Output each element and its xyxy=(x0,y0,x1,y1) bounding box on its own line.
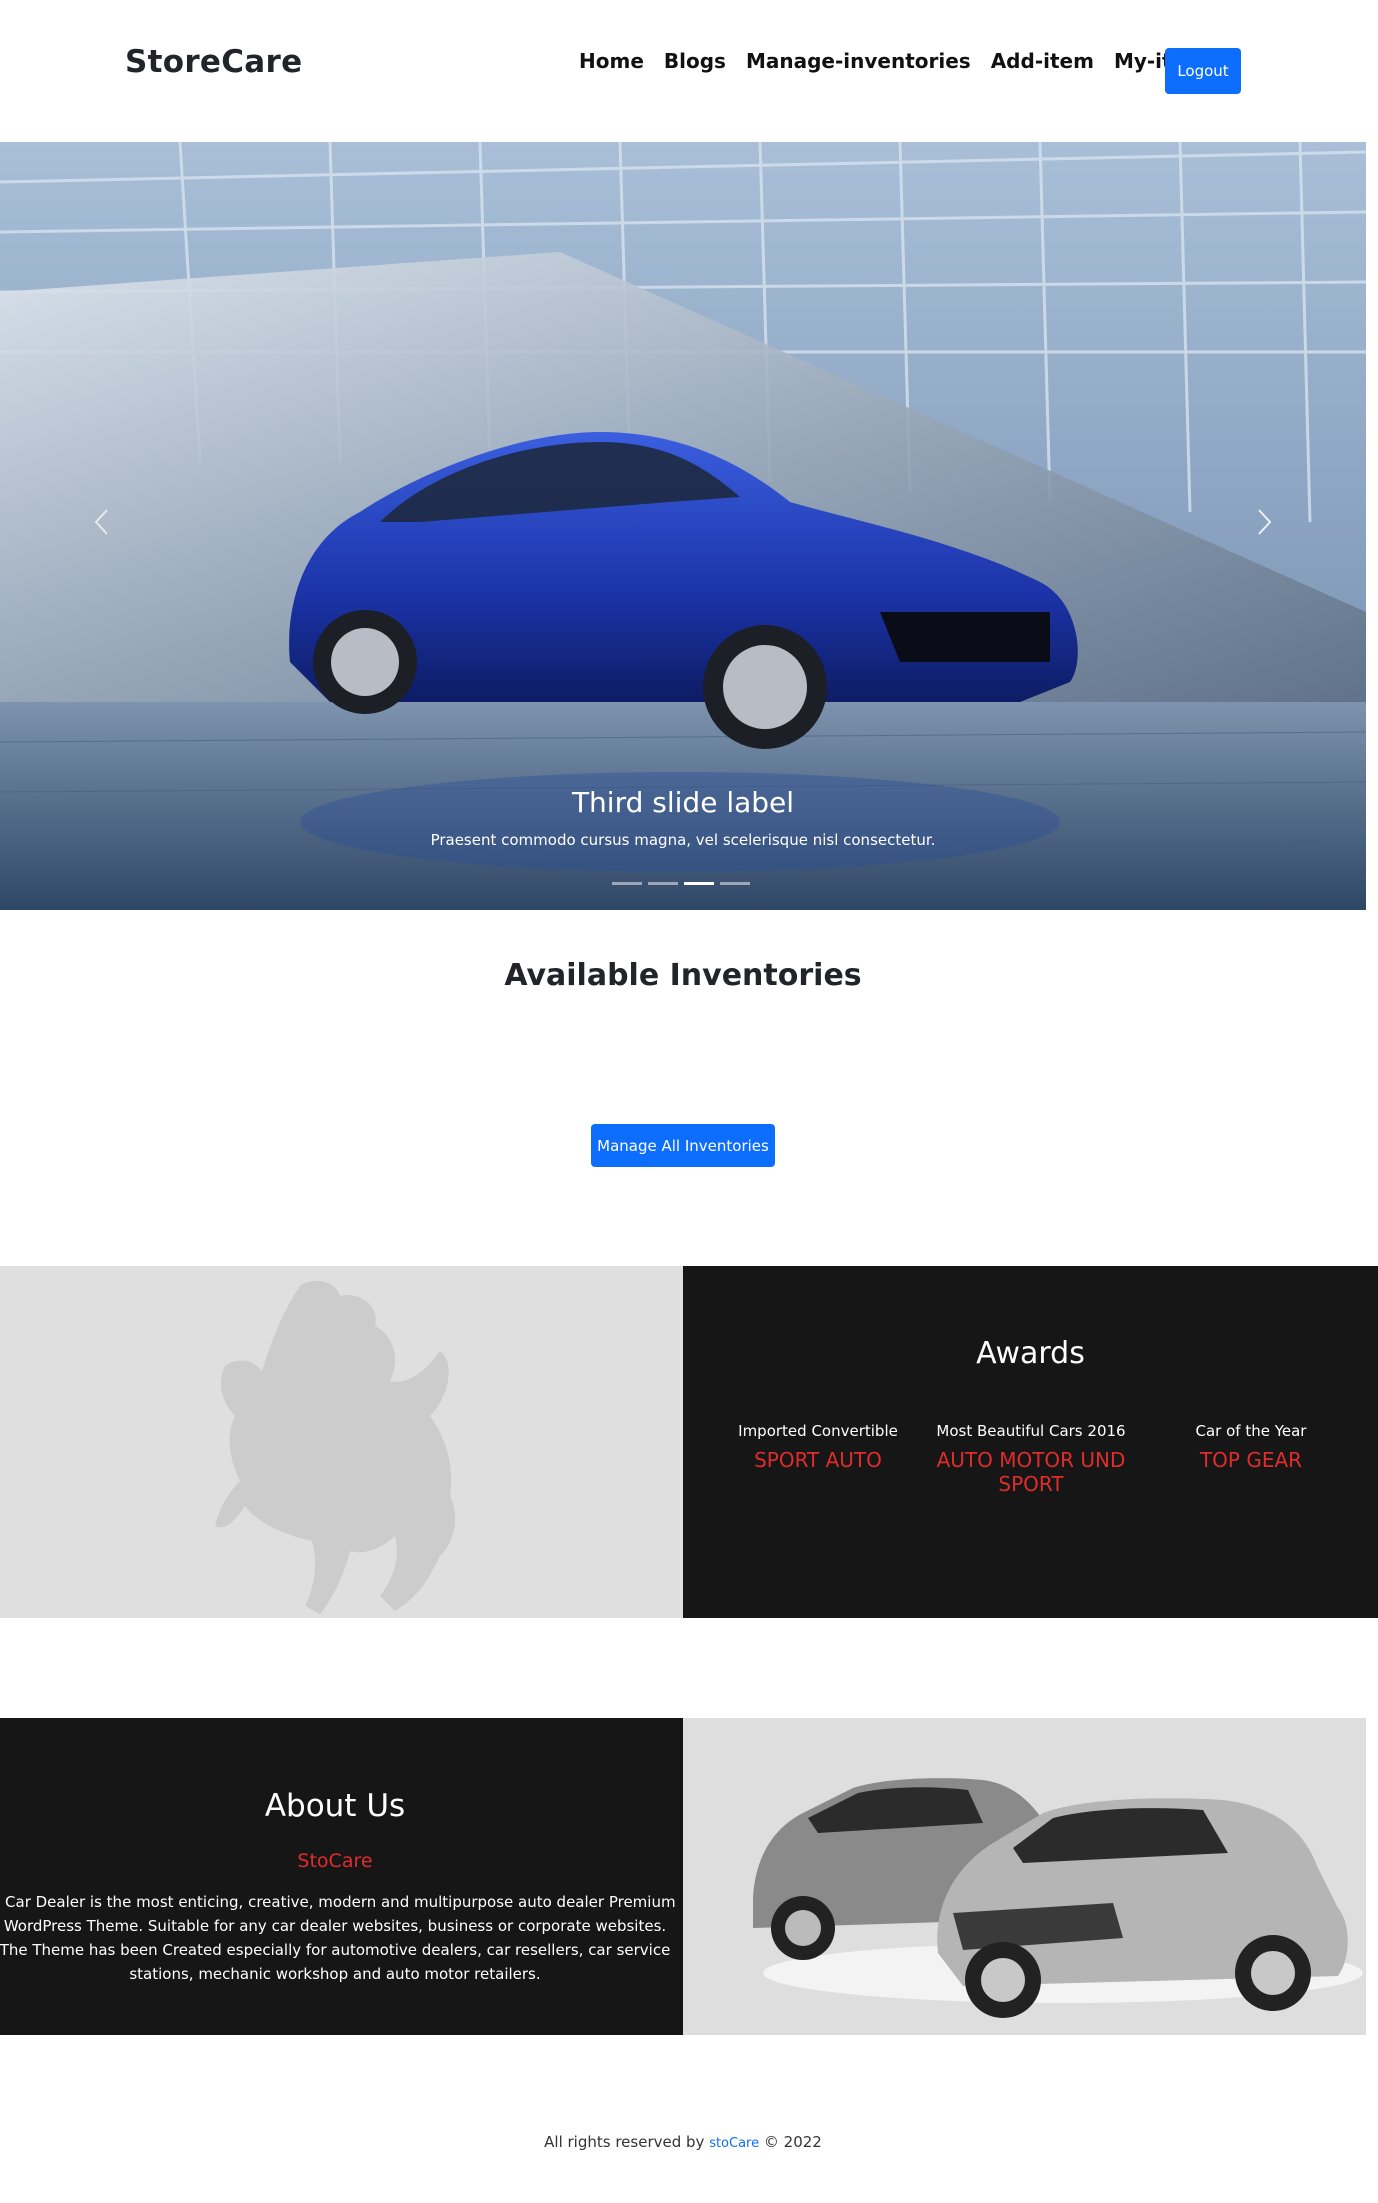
awards-panel: Awards Imported Convertible SPORT AUTO M… xyxy=(683,1266,1378,1618)
ferrari-horse-panel xyxy=(0,1266,683,1618)
award-label: Imported Convertible xyxy=(738,1422,898,1440)
carousel-indicator-4[interactable] xyxy=(720,882,750,885)
award-item: Most Beautiful Cars 2016 AUTO MOTOR UND … xyxy=(926,1422,1136,1496)
carousel-prev-button[interactable] xyxy=(82,502,122,542)
award-name: TOP GEAR xyxy=(1199,1448,1303,1472)
carousel-indicator-1[interactable] xyxy=(612,882,642,885)
award-label: Most Beautiful Cars 2016 xyxy=(936,1422,1126,1440)
carousel-indicator-3[interactable] xyxy=(684,882,714,885)
award-item: Imported Convertible SPORT AUTO xyxy=(713,1422,923,1472)
brand-logo[interactable]: StoreCare xyxy=(125,44,302,80)
prancing-horse-icon xyxy=(215,1280,456,1614)
footer-suffix: © 2022 xyxy=(763,2133,822,2151)
carousel-caption-title: Third slide label xyxy=(571,786,795,819)
about-title: About Us xyxy=(264,1788,406,1824)
manage-all-inventories-button[interactable]: Manage All Inventories xyxy=(591,1124,775,1167)
award-name: SPORT AUTO xyxy=(754,1448,882,1472)
nav-link-manage-inventories[interactable]: Manage-inventories xyxy=(746,49,971,73)
about-text: ( Car Dealer is the most enticing, creat… xyxy=(0,1893,676,1983)
carousel-indicator-2[interactable] xyxy=(648,882,678,885)
about-cars-image xyxy=(683,1718,1366,2035)
about-subtitle: StoCare xyxy=(297,1850,373,1872)
suv-cars-image xyxy=(753,1778,1363,2018)
carousel-next-button[interactable] xyxy=(1244,502,1284,542)
chevron-right-icon xyxy=(1258,509,1272,535)
navbar: StoreCare Home Blogs Manage-inventories … xyxy=(0,0,1378,142)
footer-link[interactable]: stoCare xyxy=(709,2136,759,2151)
award-label: Car of the Year xyxy=(1195,1422,1307,1440)
about-panel: About Us StoCare ( Car Dealer is the mos… xyxy=(0,1718,683,2035)
award-item: Car of the Year TOP GEAR xyxy=(1146,1422,1356,1472)
logout-button[interactable]: Logout xyxy=(1165,48,1241,94)
nav-link-blogs[interactable]: Blogs xyxy=(664,49,726,73)
available-inventories-title: Available Inventories xyxy=(504,958,862,993)
nav-link-add-item[interactable]: Add-item xyxy=(991,49,1094,73)
carousel-indicators xyxy=(612,882,750,885)
footer-prefix: All rights reserved by xyxy=(544,2133,705,2151)
award-name: AUTO MOTOR UND SPORT xyxy=(936,1448,1126,1496)
hero-carousel: Third slide label Praesent commodo cursu… xyxy=(0,142,1366,910)
carousel-caption-text: Praesent commodo cursus magna, vel scele… xyxy=(430,831,936,849)
awards-title: Awards xyxy=(976,1336,1085,1371)
chevron-left-icon xyxy=(94,509,108,535)
nav-links: Home Blogs Manage-inventories Add-item M… xyxy=(579,49,1218,73)
nav-link-home[interactable]: Home xyxy=(579,49,644,73)
footer: All rights reserved by stoCare © 2022 xyxy=(0,2133,1366,2151)
